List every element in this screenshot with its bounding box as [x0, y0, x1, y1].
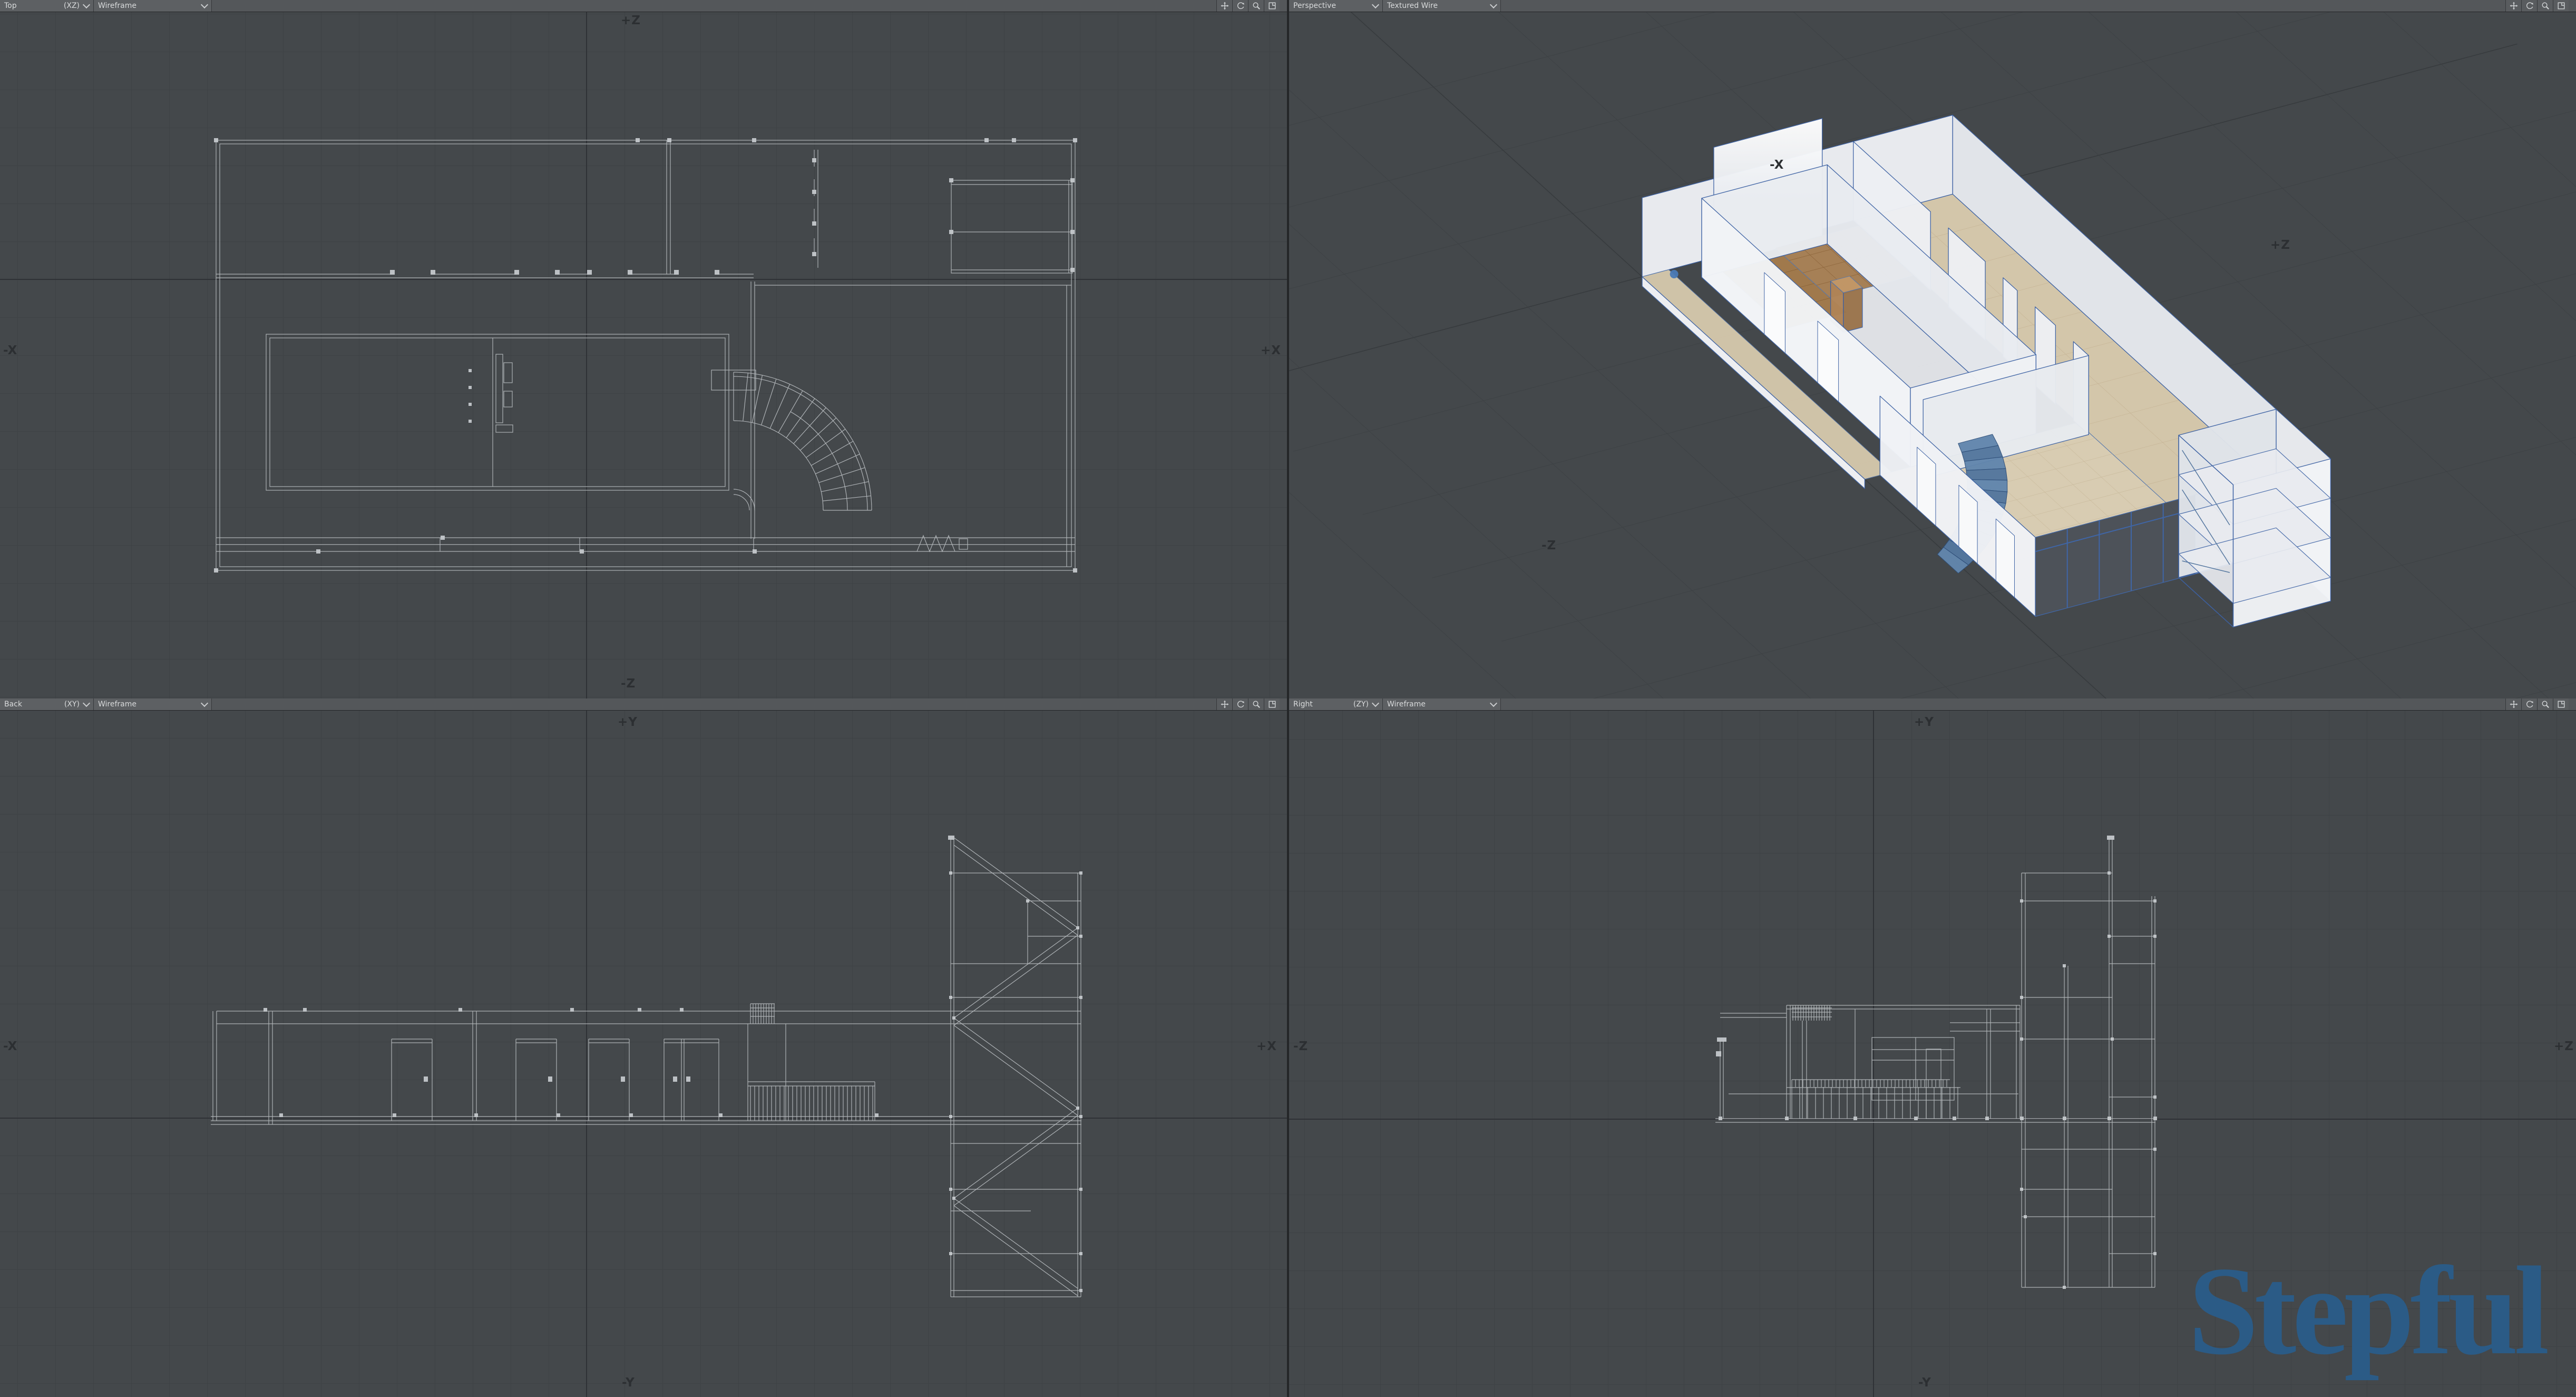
- zoom-icon[interactable]: [1248, 698, 1264, 710]
- viewport-right-header: Right (ZY) Wireframe: [1289, 698, 2576, 711]
- chevron-down-icon: [82, 1, 91, 8]
- chevron-down-icon: [1489, 1, 1498, 8]
- viewport-perspective-canvas[interactable]: -X +Z -Z: [1289, 12, 2576, 698]
- view-axes: (XY): [64, 700, 80, 709]
- viewport-perspective: -X +Z -Z Perspective Textured Wire: [1289, 0, 2576, 698]
- viewport-top-header: Top (XZ) Wireframe: [0, 0, 1287, 12]
- view-type-selector[interactable]: Perspective: [1289, 0, 1383, 12]
- view-type-selector[interactable]: Back (XY): [0, 698, 94, 710]
- render-mode-selector[interactable]: Textured Wire: [1383, 0, 1501, 12]
- maximize-viewport-icon[interactable]: [1264, 698, 1280, 710]
- viewport-back-canvas[interactable]: +Y -X +X -Y: [0, 710, 1287, 1397]
- pan-icon[interactable]: [1216, 0, 1232, 12]
- render-mode: Wireframe: [98, 700, 137, 709]
- viewport-toolbar: [2505, 698, 2569, 710]
- viewport-perspective-header: Perspective Textured Wire: [1289, 0, 2576, 12]
- maximize-viewport-icon[interactable]: [2553, 0, 2569, 12]
- pan-icon[interactable]: [2505, 0, 2521, 12]
- viewport-toolbar: [1216, 0, 1280, 12]
- viewport-back-header: Back (XY) Wireframe: [0, 698, 1287, 711]
- render-mode: Wireframe: [98, 2, 137, 10]
- viewport-toolbar: [2505, 0, 2569, 12]
- chevron-down-icon: [1371, 699, 1380, 707]
- render-mode: Textured Wire: [1387, 2, 1438, 10]
- orbit-icon[interactable]: [1232, 698, 1248, 710]
- orbit-icon[interactable]: [2521, 698, 2537, 710]
- render-mode: Wireframe: [1387, 700, 1426, 709]
- view-type-selector[interactable]: Top (XZ): [0, 0, 94, 12]
- view-name: Top: [4, 2, 17, 10]
- viewport-top: +Z -X +X -Z Top (XZ) Wireframe: [0, 0, 1287, 698]
- perspective-3d-model: [1289, 12, 2576, 698]
- chevron-down-icon: [82, 699, 91, 707]
- zoom-icon[interactable]: [2537, 0, 2553, 12]
- view-name: Perspective: [1293, 2, 1336, 10]
- back-view-wireframe-drawing: [211, 836, 1082, 1297]
- view-name: Right: [1293, 700, 1313, 709]
- render-mode-selector[interactable]: Wireframe: [94, 698, 212, 710]
- viewport-divider[interactable]: [1287, 0, 1289, 1397]
- zoom-icon[interactable]: [2537, 698, 2553, 710]
- pan-icon[interactable]: [1216, 698, 1232, 710]
- view-axes: (ZY): [1353, 700, 1369, 709]
- application-window: +Z -X +X -Z Top (XZ) Wireframe -X +Z -Z …: [0, 0, 2576, 1397]
- view-name: Back: [4, 700, 22, 709]
- maximize-viewport-icon[interactable]: [1264, 0, 1280, 12]
- orbit-icon[interactable]: [2521, 0, 2537, 12]
- orbit-icon[interactable]: [1232, 0, 1248, 12]
- chevron-down-icon: [1371, 1, 1380, 8]
- render-mode-selector[interactable]: Wireframe: [94, 0, 212, 12]
- chevron-down-icon: [1489, 699, 1498, 707]
- maximize-viewport-icon[interactable]: [2553, 698, 2569, 710]
- top-view-wireframe-drawing: [214, 138, 1077, 573]
- viewport-top-canvas[interactable]: +Z -X +X -Z: [0, 12, 1287, 698]
- chevron-down-icon: [200, 1, 209, 8]
- view-axes: (XZ): [63, 2, 80, 10]
- watermark-logo: Stepful: [2188, 1240, 2549, 1381]
- render-mode-selector[interactable]: Wireframe: [1383, 698, 1501, 710]
- zoom-icon[interactable]: [1248, 0, 1264, 12]
- viewport-back: +Y -X +X -Y Back (XY) Wireframe: [0, 698, 1287, 1397]
- pan-icon[interactable]: [2505, 698, 2521, 710]
- view-type-selector[interactable]: Right (ZY): [1289, 698, 1383, 710]
- chevron-down-icon: [200, 699, 209, 707]
- viewport-toolbar: [1216, 698, 1280, 710]
